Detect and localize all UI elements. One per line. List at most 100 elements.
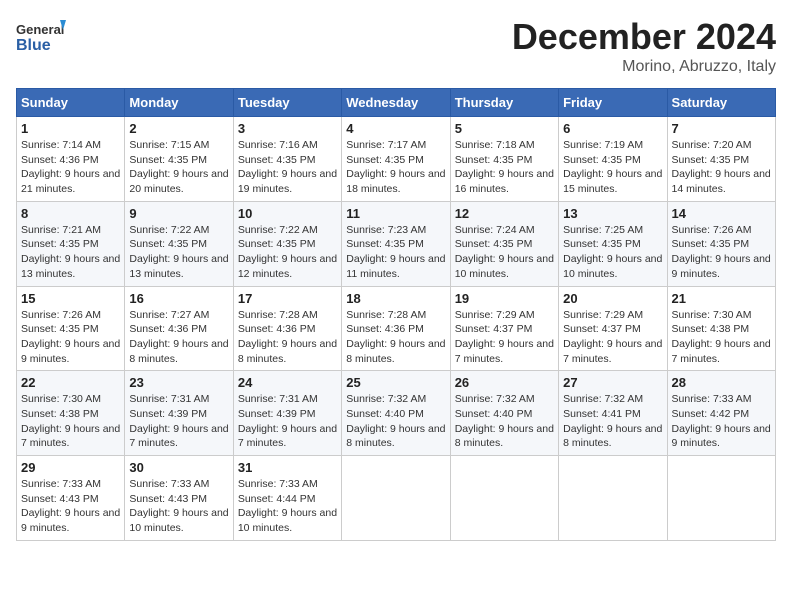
- weekday-header: Wednesday: [342, 89, 450, 117]
- day-info: Sunrise: 7:32 AM Sunset: 4:40 PM Dayligh…: [346, 392, 445, 451]
- calendar-cell: 25 Sunrise: 7:32 AM Sunset: 4:40 PM Dayl…: [342, 371, 450, 456]
- day-number: 9: [129, 206, 228, 221]
- day-number: 19: [455, 291, 554, 306]
- day-info: Sunrise: 7:25 AM Sunset: 4:35 PM Dayligh…: [563, 223, 662, 282]
- calendar-cell: 27 Sunrise: 7:32 AM Sunset: 4:41 PM Dayl…: [559, 371, 667, 456]
- calendar-cell: 13 Sunrise: 7:25 AM Sunset: 4:35 PM Dayl…: [559, 201, 667, 286]
- svg-text:General: General: [16, 22, 64, 37]
- calendar-cell: 1 Sunrise: 7:14 AM Sunset: 4:36 PM Dayli…: [17, 117, 125, 202]
- calendar-cell: 15 Sunrise: 7:26 AM Sunset: 4:35 PM Dayl…: [17, 286, 125, 371]
- calendar-cell: 30 Sunrise: 7:33 AM Sunset: 4:43 PM Dayl…: [125, 456, 233, 541]
- day-number: 24: [238, 375, 337, 390]
- weekday-header: Monday: [125, 89, 233, 117]
- day-number: 27: [563, 375, 662, 390]
- day-number: 10: [238, 206, 337, 221]
- day-info: Sunrise: 7:29 AM Sunset: 4:37 PM Dayligh…: [563, 308, 662, 367]
- day-number: 23: [129, 375, 228, 390]
- day-info: Sunrise: 7:14 AM Sunset: 4:36 PM Dayligh…: [21, 138, 120, 197]
- logo-svg: General Blue: [16, 16, 66, 61]
- day-number: 7: [672, 121, 771, 136]
- day-number: 6: [563, 121, 662, 136]
- day-info: Sunrise: 7:17 AM Sunset: 4:35 PM Dayligh…: [346, 138, 445, 197]
- calendar-cell: 3 Sunrise: 7:16 AM Sunset: 4:35 PM Dayli…: [233, 117, 341, 202]
- weekday-header: Tuesday: [233, 89, 341, 117]
- day-number: 31: [238, 460, 337, 475]
- day-info: Sunrise: 7:21 AM Sunset: 4:35 PM Dayligh…: [21, 223, 120, 282]
- day-number: 18: [346, 291, 445, 306]
- day-info: Sunrise: 7:16 AM Sunset: 4:35 PM Dayligh…: [238, 138, 337, 197]
- calendar-cell: 12 Sunrise: 7:24 AM Sunset: 4:35 PM Dayl…: [450, 201, 558, 286]
- day-info: Sunrise: 7:33 AM Sunset: 4:44 PM Dayligh…: [238, 477, 337, 536]
- calendar-cell: 11 Sunrise: 7:23 AM Sunset: 4:35 PM Dayl…: [342, 201, 450, 286]
- day-number: 15: [21, 291, 120, 306]
- page-header: General Blue December 2024 Morino, Abruz…: [16, 16, 776, 76]
- day-info: Sunrise: 7:32 AM Sunset: 4:40 PM Dayligh…: [455, 392, 554, 451]
- calendar-cell: 2 Sunrise: 7:15 AM Sunset: 4:35 PM Dayli…: [125, 117, 233, 202]
- calendar-cell: 6 Sunrise: 7:19 AM Sunset: 4:35 PM Dayli…: [559, 117, 667, 202]
- calendar-cell: 8 Sunrise: 7:21 AM Sunset: 4:35 PM Dayli…: [17, 201, 125, 286]
- day-info: Sunrise: 7:29 AM Sunset: 4:37 PM Dayligh…: [455, 308, 554, 367]
- day-info: Sunrise: 7:33 AM Sunset: 4:43 PM Dayligh…: [21, 477, 120, 536]
- day-info: Sunrise: 7:27 AM Sunset: 4:36 PM Dayligh…: [129, 308, 228, 367]
- calendar-cell: [342, 456, 450, 541]
- day-info: Sunrise: 7:33 AM Sunset: 4:42 PM Dayligh…: [672, 392, 771, 451]
- location-subtitle: Morino, Abruzzo, Italy: [512, 58, 776, 76]
- weekday-header: Friday: [559, 89, 667, 117]
- calendar-cell: 22 Sunrise: 7:30 AM Sunset: 4:38 PM Dayl…: [17, 371, 125, 456]
- calendar-cell: 9 Sunrise: 7:22 AM Sunset: 4:35 PM Dayli…: [125, 201, 233, 286]
- calendar-cell: 17 Sunrise: 7:28 AM Sunset: 4:36 PM Dayl…: [233, 286, 341, 371]
- weekday-header: Saturday: [667, 89, 775, 117]
- day-info: Sunrise: 7:31 AM Sunset: 4:39 PM Dayligh…: [129, 392, 228, 451]
- calendar-cell: 23 Sunrise: 7:31 AM Sunset: 4:39 PM Dayl…: [125, 371, 233, 456]
- day-number: 2: [129, 121, 228, 136]
- calendar-cell: 28 Sunrise: 7:33 AM Sunset: 4:42 PM Dayl…: [667, 371, 775, 456]
- day-number: 8: [21, 206, 120, 221]
- day-number: 29: [21, 460, 120, 475]
- calendar-week-row: 1 Sunrise: 7:14 AM Sunset: 4:36 PM Dayli…: [17, 117, 776, 202]
- logo: General Blue: [16, 16, 66, 61]
- day-number: 11: [346, 206, 445, 221]
- day-number: 26: [455, 375, 554, 390]
- day-info: Sunrise: 7:20 AM Sunset: 4:35 PM Dayligh…: [672, 138, 771, 197]
- day-number: 5: [455, 121, 554, 136]
- calendar-cell: [450, 456, 558, 541]
- day-number: 22: [21, 375, 120, 390]
- weekday-header: Thursday: [450, 89, 558, 117]
- day-info: Sunrise: 7:30 AM Sunset: 4:38 PM Dayligh…: [21, 392, 120, 451]
- day-info: Sunrise: 7:30 AM Sunset: 4:38 PM Dayligh…: [672, 308, 771, 367]
- day-number: 25: [346, 375, 445, 390]
- day-info: Sunrise: 7:32 AM Sunset: 4:41 PM Dayligh…: [563, 392, 662, 451]
- day-number: 28: [672, 375, 771, 390]
- day-info: Sunrise: 7:26 AM Sunset: 4:35 PM Dayligh…: [672, 223, 771, 282]
- day-info: Sunrise: 7:28 AM Sunset: 4:36 PM Dayligh…: [238, 308, 337, 367]
- day-info: Sunrise: 7:23 AM Sunset: 4:35 PM Dayligh…: [346, 223, 445, 282]
- day-number: 20: [563, 291, 662, 306]
- calendar-cell: 14 Sunrise: 7:26 AM Sunset: 4:35 PM Dayl…: [667, 201, 775, 286]
- weekday-header: Sunday: [17, 89, 125, 117]
- calendar-cell: 10 Sunrise: 7:22 AM Sunset: 4:35 PM Dayl…: [233, 201, 341, 286]
- day-info: Sunrise: 7:33 AM Sunset: 4:43 PM Dayligh…: [129, 477, 228, 536]
- calendar-cell: 29 Sunrise: 7:33 AM Sunset: 4:43 PM Dayl…: [17, 456, 125, 541]
- calendar-cell: 7 Sunrise: 7:20 AM Sunset: 4:35 PM Dayli…: [667, 117, 775, 202]
- calendar-cell: [667, 456, 775, 541]
- day-info: Sunrise: 7:19 AM Sunset: 4:35 PM Dayligh…: [563, 138, 662, 197]
- calendar-week-row: 29 Sunrise: 7:33 AM Sunset: 4:43 PM Dayl…: [17, 456, 776, 541]
- day-number: 3: [238, 121, 337, 136]
- day-info: Sunrise: 7:22 AM Sunset: 4:35 PM Dayligh…: [129, 223, 228, 282]
- day-number: 1: [21, 121, 120, 136]
- day-number: 12: [455, 206, 554, 221]
- day-info: Sunrise: 7:18 AM Sunset: 4:35 PM Dayligh…: [455, 138, 554, 197]
- day-number: 13: [563, 206, 662, 221]
- weekday-header-row: SundayMondayTuesdayWednesdayThursdayFrid…: [17, 89, 776, 117]
- calendar-cell: 20 Sunrise: 7:29 AM Sunset: 4:37 PM Dayl…: [559, 286, 667, 371]
- day-number: 21: [672, 291, 771, 306]
- calendar-cell: 5 Sunrise: 7:18 AM Sunset: 4:35 PM Dayli…: [450, 117, 558, 202]
- day-number: 14: [672, 206, 771, 221]
- title-block: December 2024 Morino, Abruzzo, Italy: [512, 16, 776, 76]
- day-number: 16: [129, 291, 228, 306]
- day-number: 4: [346, 121, 445, 136]
- day-info: Sunrise: 7:22 AM Sunset: 4:35 PM Dayligh…: [238, 223, 337, 282]
- month-title: December 2024: [512, 16, 776, 58]
- calendar-cell: 19 Sunrise: 7:29 AM Sunset: 4:37 PM Dayl…: [450, 286, 558, 371]
- calendar-week-row: 15 Sunrise: 7:26 AM Sunset: 4:35 PM Dayl…: [17, 286, 776, 371]
